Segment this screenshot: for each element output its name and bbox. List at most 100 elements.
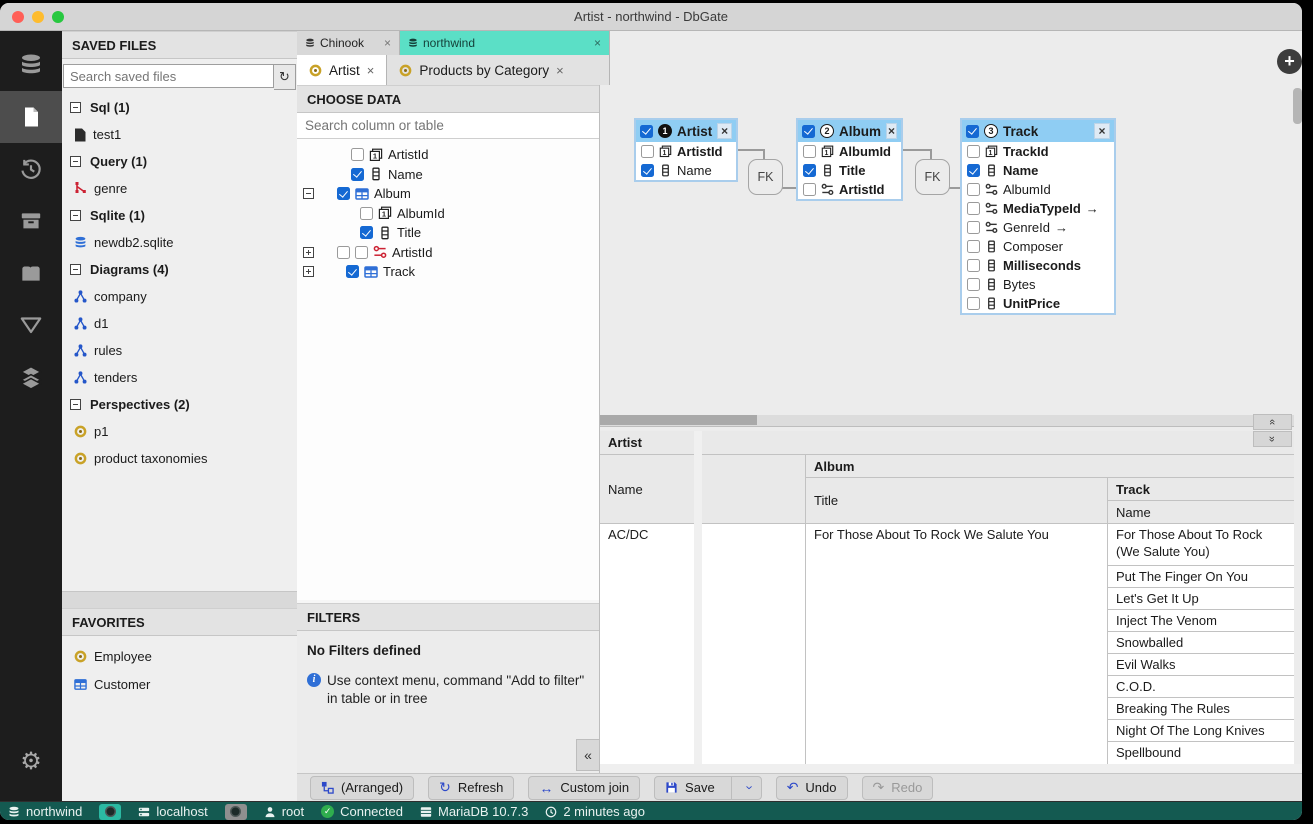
checkbox[interactable] bbox=[967, 240, 980, 253]
checkbox[interactable] bbox=[967, 278, 980, 291]
status-user[interactable]: root bbox=[264, 804, 304, 819]
node-column-genreid[interactable]: GenreId→ bbox=[962, 218, 1114, 237]
tree-item-test1[interactable]: test1 bbox=[62, 121, 297, 148]
collapse-icon[interactable] bbox=[303, 188, 314, 199]
collapse-icon[interactable] bbox=[70, 102, 81, 113]
collapse-panel-button[interactable]: « bbox=[576, 739, 599, 771]
grid-header-track-name[interactable]: Name bbox=[1108, 501, 1294, 524]
diagram-node-album[interactable]: 2 Album × 1AlbumId Title ArtistId bbox=[796, 118, 903, 201]
tree-group-sql[interactable]: Sql (1) bbox=[62, 94, 297, 121]
checkbox[interactable] bbox=[351, 148, 364, 161]
favorite-item-customer[interactable]: Customer bbox=[62, 670, 297, 698]
checkbox[interactable] bbox=[355, 246, 368, 259]
grid-cell-track[interactable]: Spellbound bbox=[1108, 742, 1294, 764]
diagram-node-track[interactable]: 3 Track × 1TrackId Name AlbumId MediaTyp… bbox=[960, 118, 1116, 315]
server-engine-badge[interactable] bbox=[225, 804, 247, 820]
node-column-name[interactable]: Name bbox=[636, 161, 736, 180]
node-column-albumid[interactable]: 1AlbumId bbox=[798, 142, 901, 161]
tree-item-genre[interactable]: genre bbox=[62, 175, 297, 202]
checkbox[interactable] bbox=[967, 259, 980, 272]
tree-row-artistid[interactable]: 1ArtistId bbox=[297, 145, 599, 165]
tree-row-title[interactable]: Title bbox=[297, 223, 599, 243]
scrollbar-thumb[interactable] bbox=[600, 415, 757, 425]
collapse-icon[interactable] bbox=[70, 156, 81, 167]
checkbox[interactable] bbox=[803, 183, 816, 196]
status-server[interactable]: localhost bbox=[138, 804, 207, 819]
expand-canvas-button[interactable]: « bbox=[1253, 414, 1292, 430]
database-tab-chinook[interactable]: Chinook × bbox=[297, 31, 400, 55]
diagram-canvas[interactable]: FK FK 1 Artist × 1ArtistId Name 2 Album … bbox=[600, 31, 1302, 415]
checkbox[interactable] bbox=[803, 164, 816, 177]
grid-cell-track[interactable]: Inject The Venom bbox=[1108, 610, 1294, 632]
node-column-mediatypeid[interactable]: MediaTypeId→ bbox=[962, 199, 1114, 218]
close-icon[interactable]: × bbox=[886, 123, 897, 139]
file-tab-artist[interactable]: Artist × bbox=[297, 55, 387, 85]
tree-group-query[interactable]: Query (1) bbox=[62, 148, 297, 175]
database-engine-badge[interactable] bbox=[99, 804, 121, 820]
refresh-button[interactable]: ↻Refresh bbox=[428, 776, 514, 800]
checkbox[interactable] bbox=[360, 226, 373, 239]
node-column-milliseconds[interactable]: Milliseconds bbox=[962, 256, 1114, 275]
diagram-node-artist[interactable]: 1 Artist × 1ArtistId Name bbox=[634, 118, 738, 182]
arranged-button[interactable]: (Arranged) bbox=[310, 776, 414, 800]
database-tab-northwind[interactable]: northwind × bbox=[400, 31, 610, 55]
panel-divider[interactable] bbox=[62, 591, 297, 608]
tree-row-album[interactable]: Album bbox=[297, 184, 599, 204]
expand-grid-button[interactable]: « bbox=[1253, 431, 1292, 447]
grid-cell-track[interactable]: Let's Get It Up bbox=[1108, 588, 1294, 610]
status-database[interactable]: northwind bbox=[8, 804, 82, 819]
favorite-item-employee[interactable]: Employee bbox=[62, 642, 297, 670]
tree-row-albumid[interactable]: 1AlbumId bbox=[297, 204, 599, 224]
grid-cell-track[interactable]: Breaking The Rules bbox=[1108, 698, 1294, 720]
canvas-vertical-scrollbar[interactable] bbox=[1293, 88, 1302, 124]
grid-cell-artist-value[interactable]: AC/DC bbox=[600, 524, 806, 764]
checkbox[interactable] bbox=[967, 297, 980, 310]
node-column-albumid[interactable]: AlbumId bbox=[962, 180, 1114, 199]
grid-cell-album-title-value[interactable]: For Those About To Rock We Salute You bbox=[806, 524, 1108, 764]
fk-badge[interactable]: FK bbox=[748, 159, 783, 195]
grid-horizontal-scrollbar[interactable] bbox=[600, 764, 1302, 773]
sidebar-item-layers[interactable] bbox=[0, 351, 62, 403]
grid-vertical-scrollbar[interactable] bbox=[694, 431, 702, 764]
tree-item-p1[interactable]: p1 bbox=[62, 418, 297, 445]
custom-join-button[interactable]: ↔Custom join bbox=[528, 776, 640, 800]
tree-group-sqlite[interactable]: Sqlite (1) bbox=[62, 202, 297, 229]
checkbox[interactable] bbox=[346, 265, 359, 278]
tree-item-d1[interactable]: d1 bbox=[62, 310, 297, 337]
tree-item-newdb2[interactable]: newdb2.sqlite bbox=[62, 229, 297, 256]
save-dropdown-chevron-icon[interactable]: › bbox=[739, 780, 761, 795]
checkbox[interactable] bbox=[803, 145, 816, 158]
checkbox[interactable] bbox=[967, 183, 980, 196]
checkbox[interactable] bbox=[641, 145, 654, 158]
file-tab-products-by-category[interactable]: Products by Category × bbox=[387, 55, 610, 85]
tree-item-rules[interactable]: rules bbox=[62, 337, 297, 364]
status-connection[interactable]: ✓ Connected bbox=[321, 804, 403, 819]
checkbox[interactable] bbox=[967, 202, 980, 215]
node-column-artistid[interactable]: 1ArtistId bbox=[636, 142, 736, 161]
collapse-icon[interactable] bbox=[70, 264, 81, 275]
expand-icon[interactable] bbox=[303, 266, 314, 277]
sidebar-item-history[interactable] bbox=[0, 143, 62, 195]
close-icon[interactable]: × bbox=[1094, 123, 1110, 139]
checkbox[interactable] bbox=[966, 125, 979, 138]
settings-gear-icon[interactable]: ⚙ bbox=[0, 735, 62, 787]
checkbox[interactable] bbox=[967, 164, 980, 177]
node-column-name[interactable]: Name bbox=[962, 161, 1114, 180]
grid-header-album-title[interactable]: Title bbox=[806, 478, 1108, 524]
node-column-title[interactable]: Title bbox=[798, 161, 901, 180]
grid-header-artist-name[interactable]: Name bbox=[600, 455, 806, 524]
node-column-bytes[interactable]: Bytes bbox=[962, 275, 1114, 294]
sidebar-item-files[interactable] bbox=[0, 91, 62, 143]
refresh-files-icon[interactable]: ↻ bbox=[274, 64, 296, 90]
checkbox[interactable] bbox=[967, 145, 980, 158]
sidebar-item-favorites[interactable] bbox=[0, 247, 62, 299]
saved-files-search-input[interactable] bbox=[63, 64, 274, 88]
add-table-button[interactable]: + bbox=[1277, 49, 1302, 74]
save-button[interactable]: Save› bbox=[654, 776, 762, 800]
sidebar-item-filters[interactable] bbox=[0, 299, 62, 351]
tree-row-track[interactable]: Track bbox=[297, 262, 599, 282]
checkbox[interactable] bbox=[967, 221, 980, 234]
grid-cell-track[interactable]: Put The Finger On You bbox=[1108, 566, 1294, 588]
grid-cell-track[interactable]: Night Of The Long Knives bbox=[1108, 720, 1294, 742]
tree-row-name[interactable]: Name bbox=[297, 165, 599, 185]
